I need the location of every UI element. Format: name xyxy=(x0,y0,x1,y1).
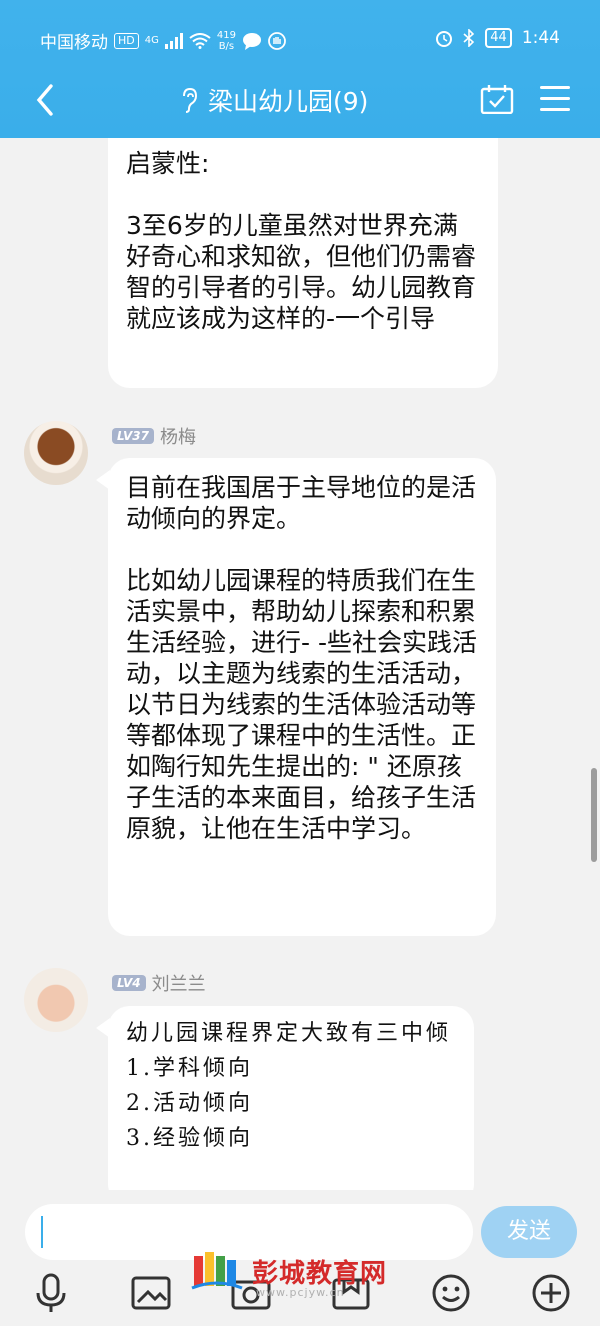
text-cursor xyxy=(41,1216,43,1248)
chat-area[interactable]: 启蒙性: 3至6岁的儿童虽然对世界充满好奇心和求知欲，但他们仍需睿智的引导者的引… xyxy=(0,138,600,1190)
message-bubble[interactable]: 幼儿园课程界定大致有三中倾 1.学科倾向 2.活动倾向 3.经验倾向 xyxy=(108,1006,474,1190)
sender-line: LV37 杨梅 xyxy=(112,423,196,449)
battery-icon: 44 xyxy=(485,28,512,48)
sender-line: LV4 刘兰兰 xyxy=(112,970,206,996)
alarm-icon xyxy=(436,31,453,47)
plus-icon[interactable] xyxy=(530,1272,572,1314)
hd-badge: HD xyxy=(114,32,139,49)
avatar[interactable] xyxy=(24,968,88,1032)
group-name: 梁山幼儿园(9) xyxy=(208,87,369,116)
level-badge: LV37 xyxy=(112,428,154,444)
mic-icon[interactable] xyxy=(30,1272,72,1314)
image-icon[interactable] xyxy=(130,1272,172,1314)
signal-icon xyxy=(164,32,183,49)
emoji-icon[interactable] xyxy=(430,1272,472,1314)
sender-name: 刘兰兰 xyxy=(151,974,206,995)
watermark-text: 彭城教育网 xyxy=(252,1258,388,1289)
status-bar: 中国移动 HD 4G 419 B/s 44 1:44 xyxy=(0,22,600,56)
calendar-icon[interactable] xyxy=(480,84,514,114)
scrollbar[interactable] xyxy=(591,768,597,862)
top-bar: 中国移动 HD 4G 419 B/s 44 1:44 梁山幼儿园(9) xyxy=(0,0,600,138)
menu-icon[interactable] xyxy=(540,86,570,112)
watermark-logo-icon xyxy=(191,1252,243,1290)
speed-indicator: 419 B/s xyxy=(216,29,236,52)
clock: 1:44 xyxy=(521,28,560,48)
sender-name: 杨梅 xyxy=(159,427,196,448)
ear-icon xyxy=(183,87,198,113)
wifi-icon xyxy=(189,32,211,49)
level-badge: LV4 xyxy=(112,975,146,991)
watermark-url: www.pcjyw.cn xyxy=(256,1286,345,1299)
carrier-label: 中国移动 xyxy=(40,33,108,53)
message-icon xyxy=(242,32,261,50)
network-label: 4G xyxy=(144,35,159,46)
back-icon[interactable] xyxy=(34,82,56,118)
bluetooth-icon xyxy=(463,29,475,47)
chat-title[interactable]: 梁山幼儿园(9) xyxy=(180,82,368,118)
avatar[interactable] xyxy=(24,421,88,485)
send-button[interactable]: 发送 xyxy=(481,1206,577,1258)
message-bubble[interactable]: 启蒙性: 3至6岁的儿童虽然对世界充满好奇心和求知欲，但他们仍需睿智的引导者的引… xyxy=(108,138,498,388)
message-bubble[interactable]: 目前在我国居于主导地位的是活动倾向的界定。 比如幼儿园课程的特质我们在生活实景中… xyxy=(108,458,496,936)
input-bar: 发送 彭城教育网 www.pcjyw.cn xyxy=(0,1190,600,1326)
hand-icon xyxy=(268,31,286,50)
